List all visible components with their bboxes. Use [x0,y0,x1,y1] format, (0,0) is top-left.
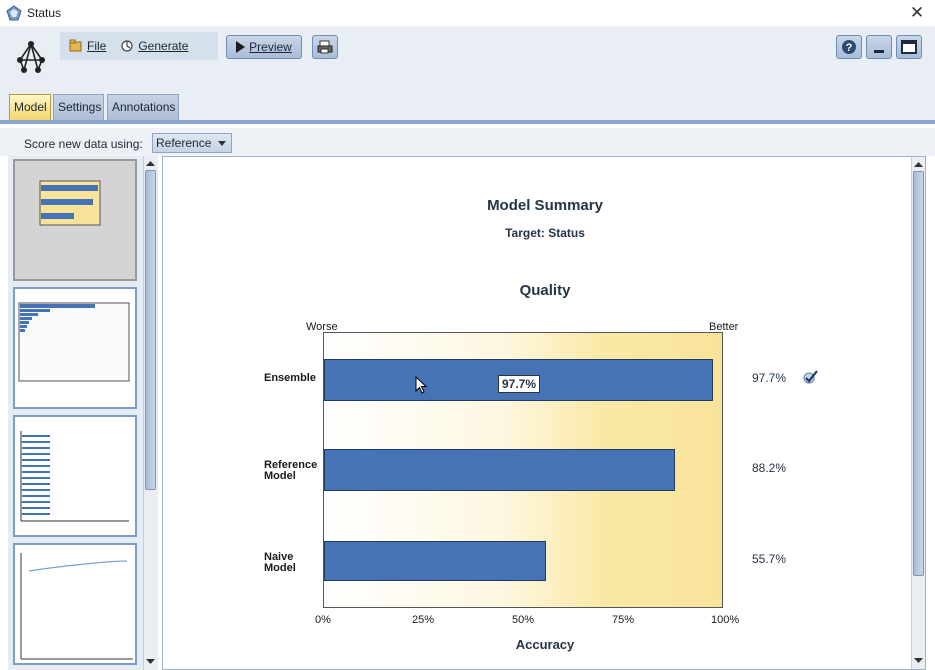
preview-label: Preview [249,40,292,54]
thumbnail-scroll-thumb[interactable] [145,170,156,490]
minimize-button[interactable] [866,35,892,59]
toolbar: File Generate Preview ? [0,26,935,92]
model-summary-panel: Model Summary Target: Status Quality Wor… [162,156,926,670]
main-scroll-thumb[interactable] [913,171,924,576]
thumbnail-line-chart[interactable] [13,543,137,665]
file-icon [69,39,82,52]
generate-menu[interactable]: Generate [120,39,188,53]
x-tick-label: 75% [611,614,635,626]
main-scroll-up-icon[interactable] [914,160,923,169]
category-label: Naive Model [264,551,296,574]
minimize-icon [874,49,884,53]
svg-text:?: ? [846,42,853,54]
tab-settings[interactable]: Settings [53,94,104,120]
category-label: Reference Model [264,459,318,482]
value-tooltip: 97.7% [498,375,541,393]
file-menu[interactable]: File [69,39,106,53]
thumbnail-predictor-importance[interactable] [13,287,137,409]
tab-model[interactable]: Model [9,94,51,120]
main-scroll-down-icon[interactable] [914,656,923,665]
print-icon [317,40,333,54]
title-bar: Status ✕ [0,0,935,26]
thumbnail-scrollbar[interactable] [143,156,157,670]
status-app-icon [6,5,22,21]
scroll-up-arrow-icon[interactable] [146,159,155,168]
close-icon[interactable]: ✕ [907,3,927,23]
generate-menu-label: Generate [138,39,189,53]
mouse-cursor-icon [415,376,427,394]
thumbnail-importance-graphic [18,302,130,382]
checkmark-icon [803,370,818,384]
value-label: 97.7% [752,371,787,385]
preview-play-icon [236,41,246,53]
category-label: Ensemble [264,372,316,384]
thumbnail-summary-graphic [39,180,101,226]
bar-reference-model[interactable] [324,449,676,491]
preview-button[interactable]: Preview [226,35,302,59]
score-model-dropdown[interactable]: Reference [152,133,232,153]
main-scrollbar[interactable] [911,157,925,669]
score-model-selected: Reference [156,136,212,150]
help-icon: ? [842,40,856,54]
summary-title: Model Summary [487,197,603,214]
bar-naive-model[interactable] [324,541,546,581]
summary-target: Target: Status [505,226,585,240]
stream-icon [17,41,45,73]
thumbnail-component-graphic [20,431,129,522]
maximize-icon [901,40,917,54]
help-button[interactable]: ? [836,35,862,59]
score-label: Score new data using: [24,137,143,151]
generate-icon [121,40,133,52]
score-bar: Score new data using: Reference [0,128,935,156]
value-label: 88.2% [752,461,787,475]
x-tick-label: 100% [711,614,740,626]
x-tick-label: 25% [411,614,435,626]
x-tick-label: 0% [315,614,331,626]
window-title: Status [27,6,62,20]
chevron-down-icon [218,141,226,146]
menu-bar: File Generate [60,32,218,60]
tab-bar: Model Settings Annotations [0,92,935,124]
thumbnail-line-graphic [20,553,133,660]
x-axis-title: Accuracy [515,637,575,652]
thumbnail-component-chart[interactable] [13,415,137,537]
scroll-down-arrow-icon[interactable] [146,657,155,666]
tab-annotations[interactable]: Annotations [107,94,179,120]
quality-title: Quality [519,282,571,299]
thumbnail-model-summary[interactable] [13,159,137,281]
thumbnail-panel [8,156,158,670]
x-tick-label: 50% [511,614,535,626]
maximize-button[interactable] [896,35,922,59]
file-menu-label: File [87,39,107,53]
value-label: 55.7% [752,552,787,566]
quality-chart-plot [323,332,723,608]
print-button[interactable] [312,35,338,59]
